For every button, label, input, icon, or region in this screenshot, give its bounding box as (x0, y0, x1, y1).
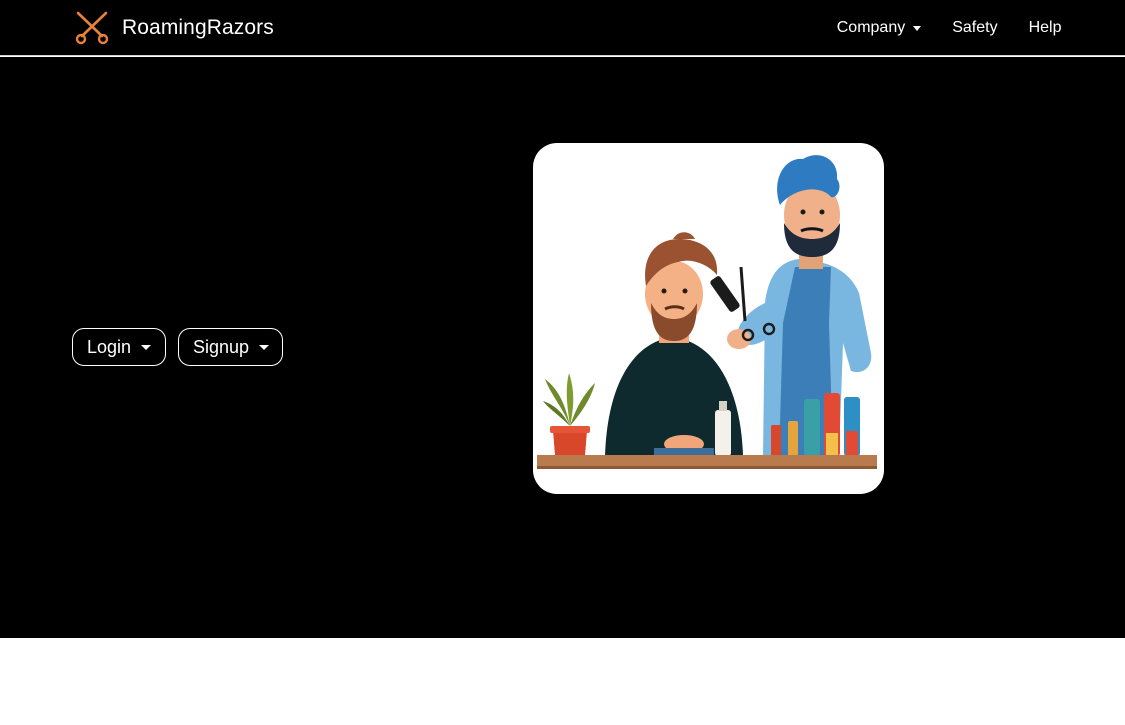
chevron-down-icon (913, 25, 922, 31)
signup-label: Signup (193, 336, 250, 357)
nav-safety-link[interactable]: Safety (937, 19, 1013, 37)
nav-help-link[interactable]: Help (1013, 19, 1077, 37)
barber-illustration (533, 143, 884, 494)
chevron-down-icon (259, 344, 270, 350)
scissors-icon (74, 11, 110, 45)
page-bottom-area (0, 638, 1125, 725)
nav-company-label: Company (836, 19, 906, 36)
nav-help-label: Help (1028, 19, 1062, 36)
nav-company-dropdown[interactable]: Company (821, 19, 936, 37)
brand-logo-link[interactable]: RoamingRazors (74, 10, 274, 46)
chevron-down-icon (141, 344, 152, 350)
login-dropdown-button[interactable]: Login (72, 328, 166, 366)
hero-section: Login Signup (0, 57, 1125, 638)
navbar: RoamingRazors Company Safety Help (0, 0, 1125, 56)
signup-dropdown-button[interactable]: Signup (178, 328, 283, 366)
brand-name: RoamingRazors (122, 16, 274, 39)
plant-illustration (543, 373, 595, 455)
nav-links: Company Safety Help (821, 0, 1077, 56)
login-label: Login (87, 336, 132, 357)
nav-safety-label: Safety (952, 19, 998, 36)
